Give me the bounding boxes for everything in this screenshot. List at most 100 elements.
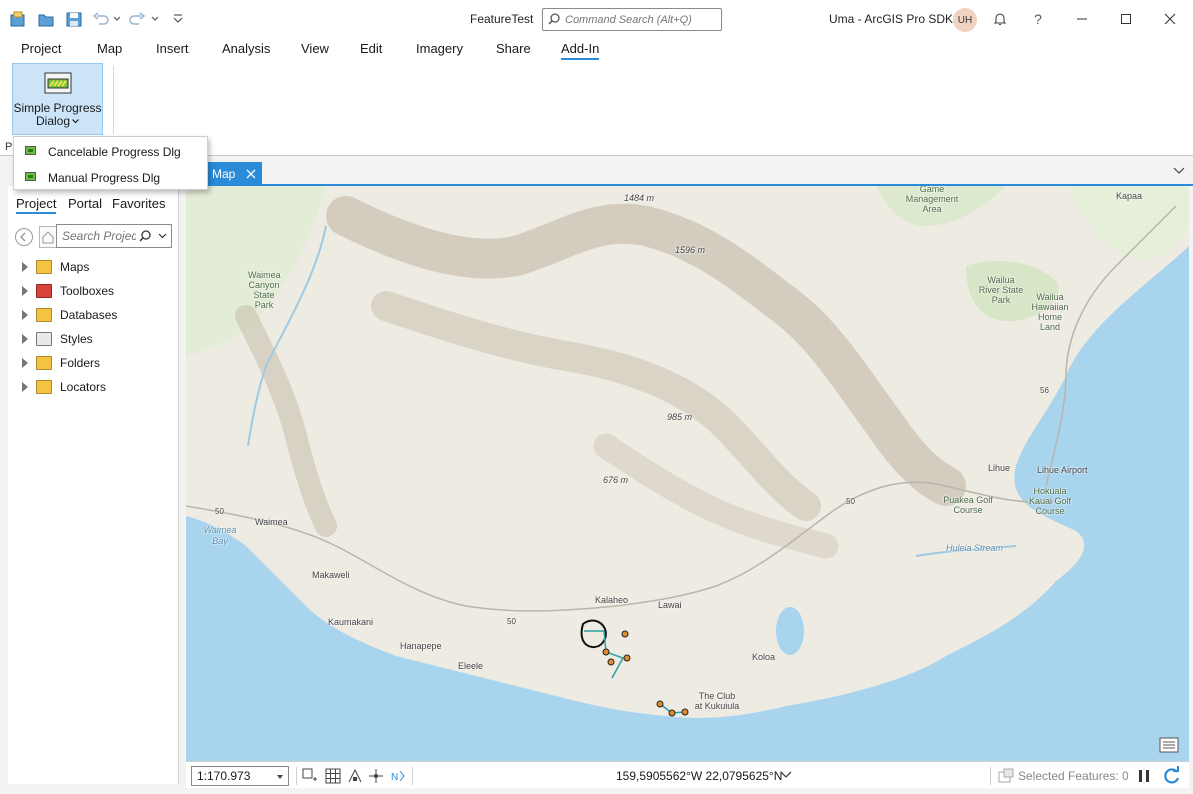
- svg-text:N: N: [391, 772, 398, 783]
- tab-imagery[interactable]: Imagery: [416, 41, 463, 56]
- map-label-highway-50: 50: [215, 507, 224, 516]
- map-label-koloa: Koloa: [752, 652, 776, 662]
- expand-caret-icon[interactable]: [22, 310, 28, 320]
- catalog-item-folders[interactable]: Folders: [20, 354, 170, 374]
- database-icon: [36, 308, 52, 322]
- redo-icon[interactable]: [127, 9, 147, 29]
- tab-add-in[interactable]: Add-In: [561, 41, 600, 60]
- map-canvas[interactable]: Waimea Canyon State Park Waimea Bay Waim…: [186, 186, 1189, 761]
- command-search[interactable]: [542, 8, 722, 31]
- chevron-down-icon[interactable]: [780, 770, 792, 780]
- snapping-icon[interactable]: [347, 768, 363, 784]
- navigator-icon[interactable]: [302, 768, 318, 784]
- grid-icon[interactable]: [325, 768, 341, 784]
- tab-edit[interactable]: Edit: [360, 41, 382, 56]
- catalog-search-input[interactable]: [62, 228, 136, 244]
- refresh-icon[interactable]: [1162, 766, 1182, 786]
- save-project-icon[interactable]: [64, 9, 84, 29]
- expand-caret-icon[interactable]: [22, 262, 28, 272]
- ribbon-separator: [113, 66, 114, 134]
- undo-dropdown-chevron-down-icon[interactable]: [110, 9, 124, 29]
- map-label-hokuala-golf: Hokuala Kauai Golf Course: [1028, 486, 1072, 516]
- map-label-game-management: Game Management Area: [905, 186, 959, 214]
- home-icon[interactable]: [39, 226, 57, 248]
- bell-icon[interactable]: [987, 6, 1013, 32]
- tab-map[interactable]: Map: [97, 41, 122, 56]
- map-label-wailua-river: Wailua River State Park: [978, 275, 1024, 305]
- map-label-elevation-985: 985 m: [667, 412, 693, 422]
- map-label-highway-56: 56: [1040, 386, 1049, 395]
- tab-map-view[interactable]: Map: [204, 162, 262, 186]
- map-label-elevation-676: 676 m: [603, 475, 629, 485]
- simple-progress-dialog-label: Simple Progress Dialog: [13, 101, 102, 128]
- catalog-tab-favorites[interactable]: Favorites: [112, 196, 165, 211]
- map-label-waimea-bay: Waimea Bay: [203, 525, 237, 546]
- divider: [412, 767, 413, 785]
- search-icon[interactable]: [139, 230, 152, 243]
- chevron-down-icon[interactable]: [1173, 166, 1185, 176]
- menu-item-label: Cancelable Progress Dlg: [48, 145, 181, 159]
- constraint-icon[interactable]: [368, 768, 384, 784]
- north-arrow-icon[interactable]: N: [390, 768, 406, 784]
- map-label-hanapepe: Hanapepe: [400, 641, 442, 651]
- chevron-down-icon[interactable]: [158, 233, 167, 239]
- progress-dialog-icon: [25, 146, 36, 155]
- tab-view[interactable]: View: [301, 41, 329, 56]
- redo-dropdown-chevron-down-icon[interactable]: [148, 9, 162, 29]
- catalog-tab-project[interactable]: Project: [16, 196, 57, 214]
- undo-icon[interactable]: [91, 9, 111, 29]
- map-label-kaumakani: Kaumakani: [328, 617, 374, 627]
- back-icon[interactable]: [15, 228, 33, 246]
- expand-caret-icon[interactable]: [22, 358, 28, 368]
- tab-share[interactable]: Share: [496, 41, 531, 56]
- catalog-item-maps[interactable]: Maps: [20, 258, 170, 278]
- document-title: FeatureTest: [470, 12, 534, 26]
- scale-selector[interactable]: [191, 766, 289, 786]
- map-notes-icon[interactable]: [1159, 737, 1179, 753]
- pause-icon[interactable]: [1136, 768, 1152, 784]
- tab-project[interactable]: Project: [21, 41, 61, 56]
- map-label-waimea: Waimea: [255, 517, 288, 527]
- progress-dialog-dropdown: Cancelable Progress Dlg Manual Progress …: [13, 136, 208, 190]
- avatar[interactable]: UH: [953, 8, 977, 32]
- help-icon[interactable]: ?: [1025, 6, 1051, 32]
- minimize-icon[interactable]: [1069, 6, 1095, 32]
- scale-input[interactable]: [197, 769, 267, 783]
- close-icon[interactable]: [244, 167, 258, 181]
- map-label-elevation-1596: 1596 m: [675, 245, 706, 255]
- chevron-down-icon[interactable]: [277, 775, 283, 779]
- simple-progress-dialog-button[interactable]: Simple Progress Dialog: [12, 63, 103, 135]
- folder-icon: [36, 356, 52, 370]
- map-label-wailua-home-land: Wailua Hawaiian Home Land: [1031, 292, 1069, 332]
- menu-item-manual-progress-dlg[interactable]: Manual Progress Dlg: [14, 164, 207, 190]
- toolbox-icon: [36, 284, 52, 298]
- catalog-item-toolboxes[interactable]: Toolboxes: [20, 282, 170, 302]
- catalog-tab-portal[interactable]: Portal: [68, 196, 102, 211]
- maximize-icon[interactable]: [1113, 6, 1139, 32]
- map-label-kalaheo: Kalaheo: [595, 595, 629, 605]
- expand-caret-icon[interactable]: [22, 286, 28, 296]
- catalog-item-databases[interactable]: Databases: [20, 306, 170, 326]
- map-label-huleia-stream: Huleia Stream: [946, 543, 1004, 553]
- catalog-search[interactable]: [56, 224, 172, 248]
- map-status-bar: N 159,5905562°W 22,0795625°N Selected Fe…: [186, 761, 1189, 788]
- style-icon: [36, 332, 52, 346]
- selected-features-count: Selected Features: 0: [1018, 769, 1129, 783]
- menu-item-cancelable-progress-dlg[interactable]: Cancelable Progress Dlg: [14, 138, 207, 164]
- close-icon[interactable]: [1157, 6, 1183, 32]
- new-project-icon[interactable]: [8, 9, 28, 29]
- tab-insert[interactable]: Insert: [156, 41, 189, 56]
- expand-caret-icon[interactable]: [22, 334, 28, 344]
- open-project-icon[interactable]: [36, 9, 56, 29]
- expand-caret-icon[interactable]: [22, 382, 28, 392]
- command-search-input[interactable]: [565, 11, 715, 28]
- customize-icon[interactable]: [168, 9, 188, 29]
- tab-analysis[interactable]: Analysis: [222, 41, 270, 56]
- map-label-puakea-golf: Puakea Golf Course: [943, 495, 993, 515]
- catalog-item-locators[interactable]: Locators: [20, 378, 170, 398]
- map-view-tabstrip: Map: [179, 156, 1193, 186]
- chevron-down-icon: [72, 119, 79, 124]
- catalog-item-styles[interactable]: Styles: [20, 330, 170, 350]
- map-label-highway-50: 50: [846, 497, 855, 506]
- selection-icon: [998, 768, 1014, 783]
